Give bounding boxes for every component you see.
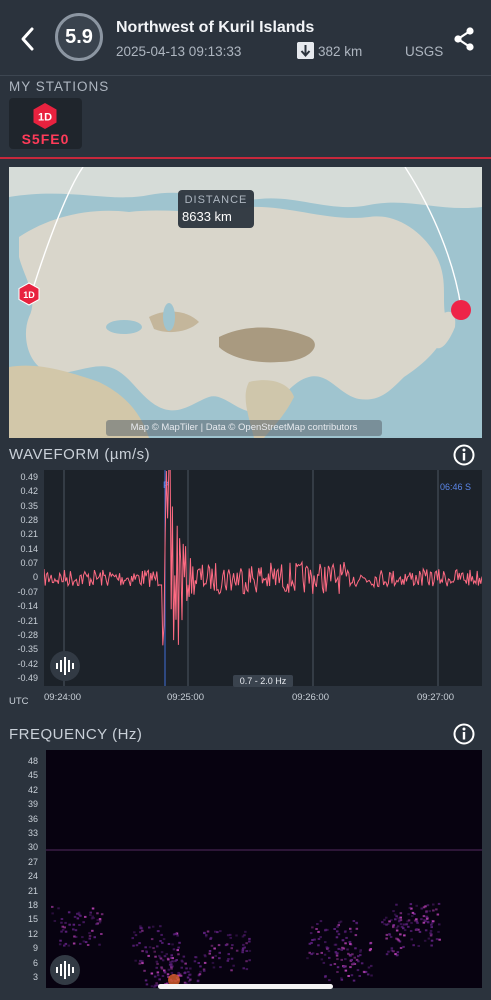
utc-label: UTC: [9, 696, 29, 707]
stations-heading: MY STATIONS: [9, 79, 110, 94]
waveform-y-tick: 0.28: [20, 515, 38, 526]
map-station-marker-label: 1D: [23, 290, 35, 300]
event-header: 5.9 Northwest of Kuril Islands 2025-04-1…: [0, 0, 491, 76]
frequency-y-tick: 27: [27, 856, 38, 867]
frequency-y-tick: 36: [27, 813, 38, 824]
magnitude-badge: 5.9: [55, 13, 103, 61]
frequency-heading: FREQUENCY (Hz): [9, 726, 143, 743]
frequency-y-tick: 3: [32, 972, 38, 982]
frequency-y-tick: 18: [27, 900, 38, 910]
waveform-y-tick: -0.07: [17, 586, 38, 597]
frequency-y-tick: 30: [27, 842, 38, 853]
spectrogram-sound-button[interactable]: [50, 955, 80, 985]
header-divider: [0, 75, 491, 76]
waveform-trace: [43, 446, 483, 646]
station-hexagon-icon: 1D: [33, 103, 57, 129]
back-arrow-icon[interactable]: [14, 22, 42, 56]
frequency-y-tick: 42: [27, 784, 38, 795]
frequency-y-tick: 9: [32, 943, 38, 954]
x-tick-3: 09:27:00: [417, 692, 454, 703]
x-tick-0: 09:24:00: [44, 692, 81, 703]
waveform-y-tick: 0.49: [20, 472, 38, 482]
station-code: S5FE0: [21, 131, 70, 147]
waveform-y-tick: 0.21: [20, 529, 38, 540]
waveform-info-icon[interactable]: [453, 444, 475, 466]
waveform-canvas: P 06:46 S: [43, 446, 483, 686]
waveform-y-tick: -0.42: [17, 658, 38, 669]
distance-box: DISTANCE 8633 km: [178, 190, 254, 228]
soundwave-icon: [56, 657, 74, 675]
frequency-y-tick: 33: [27, 828, 38, 838]
waveform-plot[interactable]: P 06:46 S: [43, 446, 483, 686]
map-attribution[interactable]: Map © MapTiler | Data © OpenStreetMap co…: [106, 420, 382, 436]
spectrogram-plot[interactable]: [46, 750, 482, 988]
x-tick-1: 09:25:00: [167, 692, 204, 703]
home-indicator: [158, 984, 333, 989]
spectrogram-canvas: [46, 849, 482, 988]
event-depth: 382 km: [318, 44, 363, 59]
station-selected-underline: [0, 157, 491, 159]
event-title: Northwest of Kuril Islands: [116, 19, 315, 36]
frequency-y-tick: 45: [27, 770, 38, 781]
filter-band-label[interactable]: 0.7 - 2.0 Hz: [233, 675, 293, 687]
frequency-info-icon[interactable]: [453, 723, 475, 745]
frequency-y-tick: 15: [27, 914, 38, 925]
distance-label: DISTANCE: [184, 194, 248, 206]
frequency-y-tick: 21: [27, 885, 38, 896]
soundwave-icon: [56, 961, 74, 979]
waveform-y-tick: 0: [32, 572, 38, 583]
frequency-y-tick: 39: [27, 799, 38, 810]
waveform-y-tick: 0.35: [20, 500, 38, 511]
waveform-y-tick: 0.14: [20, 543, 38, 554]
waveform-y-tick: -0.49: [17, 672, 38, 683]
frequency-y-tick: 48: [27, 756, 38, 766]
depth-arrow-icon: [297, 42, 314, 59]
waveform-sound-button[interactable]: [50, 651, 80, 681]
waveform-corner-label: 06:46 S: [440, 482, 471, 492]
waveform-y-tick: 0.07: [20, 558, 38, 569]
event-datetime: 2025-04-13 09:13:33: [116, 44, 242, 59]
station-network-label: 1D: [38, 112, 52, 124]
event-source: USGS: [405, 44, 444, 59]
waveform-y-tick: -0.28: [17, 629, 38, 640]
frequency-y-tick: 24: [27, 871, 38, 882]
distance-value: 8633 km: [182, 209, 232, 224]
waveform-y-tick: -0.35: [17, 644, 38, 655]
frequency-y-tick: 12: [27, 928, 38, 939]
waveform-y-tick: 0.42: [20, 486, 38, 497]
x-tick-2: 09:26:00: [292, 692, 329, 703]
waveform-heading: WAVEFORM (µm/s): [9, 446, 151, 463]
waveform-y-tick: -0.21: [17, 615, 38, 626]
station-chip[interactable]: 1D S5FE0: [9, 98, 82, 149]
share-icon[interactable]: [452, 26, 476, 52]
waveform-y-tick: -0.14: [17, 601, 38, 612]
frequency-y-tick: 6: [32, 957, 38, 968]
